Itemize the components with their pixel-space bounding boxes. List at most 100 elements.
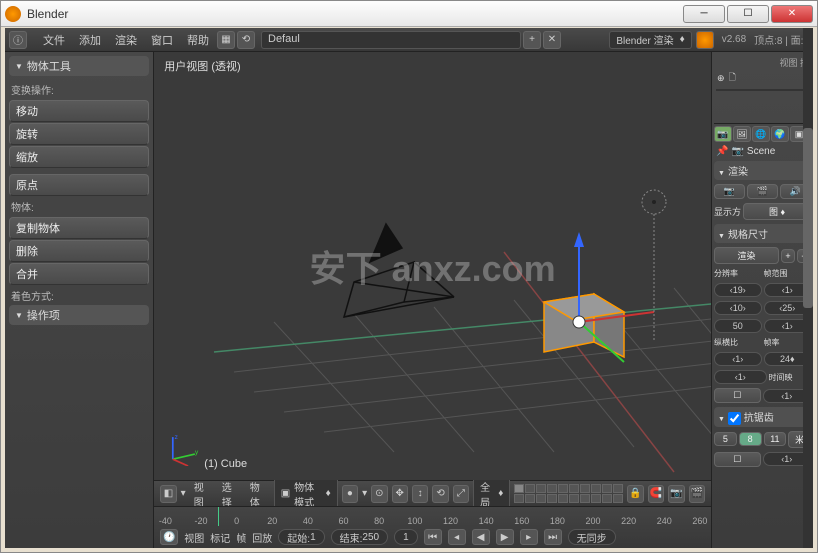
scale-button[interactable]: 缩放	[9, 146, 149, 168]
res-x-field[interactable]: ‹19›	[714, 283, 762, 297]
res-pct-field[interactable]: 50	[714, 319, 762, 333]
blender-icon[interactable]	[696, 31, 714, 49]
menu-window[interactable]: 窗口	[145, 30, 179, 50]
origin-button[interactable]: 原点	[9, 174, 149, 196]
manipulator-icon[interactable]: ✥	[392, 485, 408, 503]
layout-icon[interactable]: ▦	[217, 31, 235, 49]
dimensions-section[interactable]: 规格尺寸	[714, 224, 811, 243]
breadcrumb: Scene	[747, 146, 775, 157]
timeline-frame-menu[interactable]: 帧	[236, 530, 246, 545]
editor-type-3dview-icon[interactable]: ◧	[160, 485, 176, 503]
current-frame-field[interactable]: 1	[394, 529, 418, 545]
timeline-playback-menu[interactable]: 回放	[252, 530, 272, 545]
editor-type-icon[interactable]: ⓘ	[9, 31, 27, 49]
delete-button[interactable]: 删除	[9, 240, 149, 262]
aa-11[interactable]: 11	[764, 432, 787, 446]
lock-camera-icon[interactable]: 🔒	[627, 485, 643, 503]
timeline-ruler[interactable]: -40-200204060801001201401601802002202402…	[154, 507, 711, 526]
menu-render[interactable]: 渲染	[109, 30, 143, 50]
scrollbar[interactable]	[803, 52, 813, 548]
timeline-editor-icon[interactable]: 🕐	[160, 529, 178, 545]
tool-shelf: 物体工具 变换操作: 移动 旋转 缩放 原点 物体: 复制物体 删除 合并 着色…	[5, 52, 154, 548]
3d-viewport[interactable]: 用户视图 (透视)	[154, 52, 711, 480]
play-reverse-icon[interactable]: ◀	[472, 529, 490, 545]
remove-scene-icon[interactable]: ✕	[543, 31, 561, 49]
object-tools-header[interactable]: 物体工具	[9, 56, 149, 76]
scene-tab-icon[interactable]: 🌐	[752, 126, 770, 142]
pin-icon[interactable]: 📌	[716, 146, 728, 157]
maximize-button[interactable]: ☐	[727, 5, 769, 23]
tick: 20	[267, 516, 277, 526]
jump-start-icon[interactable]: ⏮	[424, 529, 442, 545]
manipulator-scale-icon[interactable]: ⤢	[453, 485, 469, 503]
menu-file[interactable]: 文件	[37, 30, 71, 50]
manipulator-rotate-icon[interactable]: ⟲	[432, 485, 448, 503]
translate-button[interactable]: 移动	[9, 100, 149, 122]
join-button[interactable]: 合并	[9, 263, 149, 285]
duplicate-button[interactable]: 复制物体	[9, 217, 149, 239]
add-scene-icon[interactable]: +	[523, 31, 541, 49]
titlebar: Blender ─ ☐ ✕	[1, 1, 817, 27]
add-preset-icon[interactable]: +	[781, 249, 795, 263]
world-tab-icon[interactable]: 🌍	[771, 126, 789, 142]
stats-label: 顶点:8 | 面:6	[754, 32, 809, 47]
render-engine-dropdown[interactable]: Blender 渲染 ♦	[609, 31, 691, 49]
menu-add[interactable]: 添加	[73, 30, 107, 50]
app-logo	[5, 6, 21, 22]
aa-8[interactable]: 8	[739, 432, 762, 446]
animation-button[interactable]: 🎬	[747, 184, 778, 199]
viewport-header: ◧ ▾ 视图 选择 物体 ▣物体模式 ♦ ● ▾ ⊙ ✥ ↕ ⟲ ⤢ 全局 ♦	[154, 480, 711, 506]
start-frame-field[interactable]: 起始: 1	[278, 529, 324, 545]
shading-label: 着色方式:	[9, 286, 149, 305]
info-header: ⓘ 文件 添加 渲染 窗口 帮助 ▦ ⟲ Defaul + ✕ Blender …	[5, 28, 813, 52]
transform-label: 变换操作:	[9, 80, 149, 99]
keyframe-next-icon[interactable]: ▸	[520, 529, 538, 545]
camera-icon: 📷	[731, 146, 743, 157]
svg-text:y: y	[195, 449, 199, 456]
close-button[interactable]: ✕	[771, 5, 813, 23]
render-icon[interactable]: 📷	[668, 485, 684, 503]
render-button[interactable]: 📷	[714, 184, 745, 199]
pivot-icon[interactable]: ⊙	[371, 485, 387, 503]
tick: 0	[234, 516, 239, 526]
tick: 140	[479, 516, 494, 526]
render-tab-icon[interactable]: 📷	[714, 126, 732, 142]
rotate-button[interactable]: 旋转	[9, 123, 149, 145]
aspect-y-field[interactable]: ‹1›	[714, 370, 767, 384]
properties-panel: 视图 搜 ⊕🗋 📷 🖼 🌐 🌍 ▣ 📌📷Scene 渲染 📷 🎬 🔊	[711, 52, 813, 548]
play-icon[interactable]: ▶	[496, 529, 514, 545]
clapboard-icon[interactable]: 🎬	[689, 485, 705, 503]
layer-buttons[interactable]	[514, 484, 623, 503]
display-dropdown[interactable]: 图 ♦	[743, 203, 811, 220]
scene-name-field[interactable]: Defaul	[261, 31, 521, 49]
minimize-button[interactable]: ─	[683, 5, 725, 23]
render-section[interactable]: 渲染	[714, 161, 811, 180]
sync-dropdown[interactable]: 无同步	[568, 529, 616, 545]
outliner-scene[interactable]: 🗋	[729, 70, 736, 86]
menu-help[interactable]: 帮助	[181, 30, 215, 50]
snap-icon[interactable]: 🧲	[648, 485, 664, 503]
layers-tab-icon[interactable]: 🖼	[733, 126, 751, 142]
border-toggle[interactable]: ☐	[714, 388, 761, 403]
back-icon[interactable]: ⟲	[237, 31, 255, 49]
keyframe-prev-icon[interactable]: ◂	[448, 529, 466, 545]
tick: -40	[159, 516, 172, 526]
operator-header[interactable]: 操作项	[9, 305, 149, 325]
timeline-view-menu[interactable]: 视图	[184, 530, 204, 545]
aa-fullsample[interactable]: ☐	[714, 452, 761, 467]
res-y-field[interactable]: ‹10›	[714, 301, 762, 315]
shading-solid-icon[interactable]: ●	[342, 485, 358, 503]
chevron-down-icon: ▾	[181, 488, 186, 499]
preset-dropdown[interactable]: 渲染	[714, 247, 779, 264]
viewport-scene	[154, 52, 711, 480]
aspect-field[interactable]: ‹1›	[714, 352, 762, 366]
end-frame-field[interactable]: 结束: 250	[331, 529, 388, 545]
outliner[interactable]: 视图 搜 ⊕🗋	[714, 54, 811, 124]
timeline-marker-menu[interactable]: 标记	[210, 530, 230, 545]
manipulator-translate-icon[interactable]: ↕	[412, 485, 428, 503]
aa-section[interactable]: 抗锯齿	[714, 407, 811, 427]
active-object-label: (1) Cube	[204, 458, 247, 470]
aa-checkbox[interactable]	[728, 412, 741, 425]
aa-5[interactable]: 5	[714, 432, 737, 446]
jump-end-icon[interactable]: ⏭	[544, 529, 562, 545]
